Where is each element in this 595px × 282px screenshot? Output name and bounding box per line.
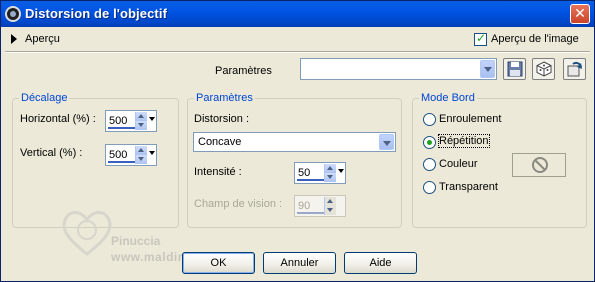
params-group-title: Paramètres	[194, 92, 255, 104]
intensity-spinner[interactable]: 50	[294, 162, 346, 184]
edge-color-swatch[interactable]	[512, 153, 566, 177]
spin-down-icon[interactable]	[136, 121, 147, 130]
save-preset-button[interactable]	[503, 58, 526, 80]
spin-arrows[interactable]	[135, 112, 147, 130]
presets-label: Paramètres	[215, 65, 272, 77]
divider	[5, 51, 590, 53]
chevron-down-icon[interactable]	[379, 134, 394, 150]
ok-button[interactable]: OK	[182, 252, 255, 274]
value-slider-bar[interactable]	[297, 179, 325, 181]
reset-icon	[567, 61, 582, 77]
field-of-view-spinner: 90	[294, 195, 346, 217]
app-icon	[5, 6, 21, 22]
edge-option-repeat-label[interactable]: Répétition	[438, 134, 490, 148]
reset-button[interactable]	[563, 58, 586, 80]
spin-menu-icon[interactable]	[149, 117, 155, 121]
distortion-value: Concave	[198, 136, 242, 148]
preview-toggle-label[interactable]: Aperçu	[25, 33, 60, 45]
spin-arrows[interactable]	[324, 164, 336, 182]
horizontal-offset-spinner[interactable]: 500	[105, 110, 157, 132]
value-slider-bar[interactable]	[108, 161, 136, 163]
radio-repeat[interactable]	[423, 136, 436, 149]
horizontal-offset-value[interactable]: 500	[109, 115, 127, 127]
spin-up-icon[interactable]	[325, 164, 336, 173]
chevron-down-icon[interactable]	[480, 60, 495, 78]
spin-down-icon[interactable]	[136, 155, 147, 164]
edge-mode-group-title: Mode Bord	[419, 92, 477, 104]
value-slider-bar[interactable]	[108, 127, 136, 129]
field-of-view-label: Champ de vision :	[194, 198, 283, 210]
checkbox-checked-icon[interactable]	[474, 31, 487, 46]
close-button[interactable]: ✕	[570, 4, 590, 24]
spin-menu-icon[interactable]	[338, 169, 344, 173]
save-icon	[507, 61, 523, 77]
preview-row: Aperçu Aperçu de l'image	[1, 29, 594, 51]
title-bar: Distorsion de l'objectif ✕	[1, 1, 594, 27]
presets-dropdown[interactable]	[300, 58, 497, 80]
window-title: Distorsion de l'objectif	[25, 6, 168, 21]
spin-arrows	[324, 197, 336, 215]
field-of-view-value: 90	[298, 200, 311, 212]
cancel-button[interactable]: Annuler	[263, 252, 336, 274]
help-button[interactable]: Aide	[344, 252, 417, 274]
spin-up-icon[interactable]	[136, 112, 147, 121]
spin-down-icon	[325, 206, 336, 215]
dialog-window: Distorsion de l'objectif ✕ Aperçu Aperçu…	[0, 0, 595, 282]
spin-menu-icon[interactable]	[149, 151, 155, 155]
spin-up-icon	[325, 197, 336, 206]
radio-color[interactable]	[423, 158, 436, 171]
distortion-label: Distorsion :	[194, 113, 250, 125]
offset-group-title: Décalage	[19, 92, 70, 104]
expand-arrow-icon[interactable]	[11, 34, 17, 44]
randomize-button[interactable]	[532, 58, 555, 80]
intensity-value[interactable]: 50	[298, 167, 310, 179]
edge-option-color-label[interactable]: Couleur	[439, 158, 478, 170]
distortion-dropdown[interactable]: Concave	[193, 132, 396, 152]
intensity-label: Intensité :	[194, 166, 242, 178]
value-slider-bar	[297, 212, 325, 214]
image-preview-label[interactable]: Aperçu de l'image	[491, 33, 579, 45]
randomize-icon	[536, 61, 552, 77]
vertical-offset-spinner[interactable]: 500	[105, 144, 157, 166]
spin-up-icon[interactable]	[136, 146, 147, 155]
radio-transparent[interactable]	[423, 181, 436, 194]
vertical-offset-value[interactable]: 500	[109, 149, 127, 161]
edge-option-transparent-label[interactable]: Transparent	[439, 181, 498, 193]
vertical-label: Vertical (%) :	[20, 147, 83, 159]
spin-down-icon[interactable]	[325, 173, 336, 182]
spin-arrows[interactable]	[135, 146, 147, 164]
horizontal-label: Horizontal (%) :	[20, 113, 96, 125]
radio-wrap[interactable]	[423, 113, 436, 126]
watermark-name: Pinuccia	[111, 234, 161, 248]
edge-option-wrap-label[interactable]: Enroulement	[439, 113, 501, 125]
prohibited-icon	[532, 157, 548, 173]
